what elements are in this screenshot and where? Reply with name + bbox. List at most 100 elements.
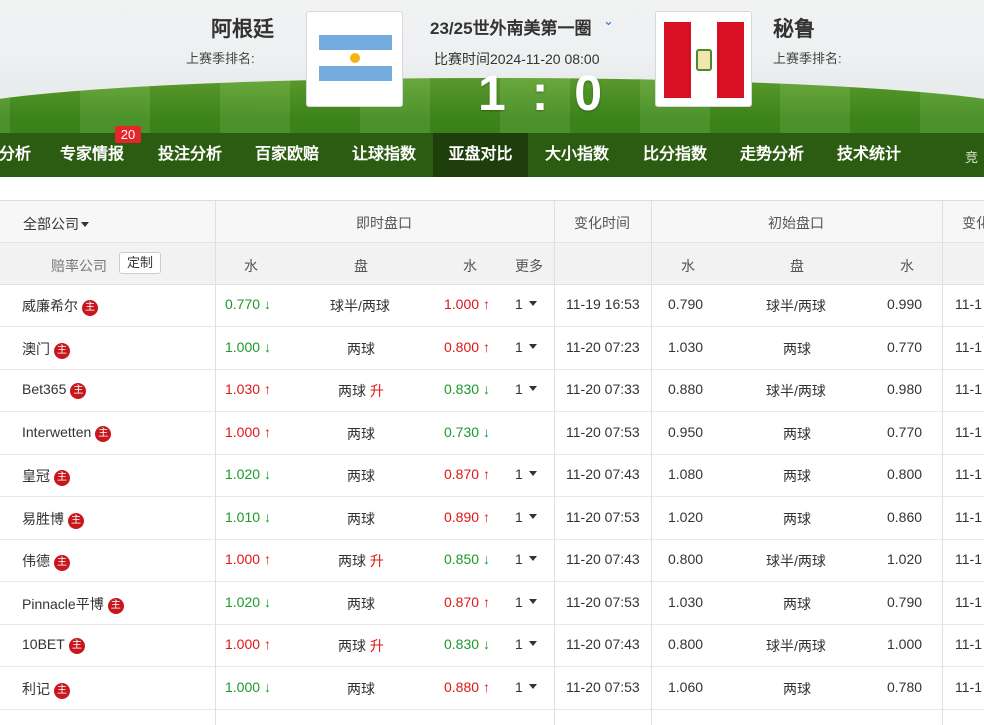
more-dropdown[interactable]: 1 xyxy=(515,679,537,695)
more-dropdown[interactable]: 1 xyxy=(515,381,537,397)
line-value: 两球 xyxy=(338,638,366,654)
live-water-away: 0.800 ↑ xyxy=(444,339,490,355)
nav-tab-4[interactable]: 让球指数 xyxy=(340,133,428,177)
nav-tab-9[interactable]: 技术统计 xyxy=(825,133,913,177)
more-dropdown[interactable]: 1 xyxy=(515,636,537,652)
live-line: 球半/两球 xyxy=(330,296,390,316)
table-row[interactable]: 伟德主 1.000 ↑ 两球 升 0.850 ↓ 1 11-20 07:43 0.800 球半… xyxy=(0,540,984,582)
table-row[interactable]: 威廉希尔主 0.770 ↓ 球半/两球 1.000 ↑ 1 11-19 16:53 0.79… xyxy=(0,285,984,327)
table-header-primary: 全部公司 即时盘口 变化时间 初始盘口 变化 xyxy=(0,201,984,243)
change-time-cut: 11-1 xyxy=(955,296,982,312)
company-name[interactable]: 威廉希尔主 xyxy=(22,296,98,316)
nav-tab-7[interactable]: 比分指数 xyxy=(631,133,719,177)
company-name[interactable]: Pinnacle平博主 xyxy=(22,594,124,614)
change-time-header: 变化时间 xyxy=(574,215,630,231)
company-label: 皇冠 xyxy=(22,468,50,484)
init-line: 两球 xyxy=(783,510,811,527)
company-name[interactable]: 伟德主 xyxy=(22,551,70,571)
line-value: 两球 xyxy=(347,425,375,442)
more-dropdown[interactable]: 1 xyxy=(515,466,537,482)
table-row[interactable]: 皇冠主 1.020 ↓ 两球 0.870 ↑ 1 11-20 07:43 1.080 两球 0.… xyxy=(0,455,984,497)
trend-arrow-icon: ↓ xyxy=(482,636,490,652)
init-water-away: 0.990 xyxy=(887,296,923,312)
customize-button[interactable]: 定制 xyxy=(119,252,161,274)
nav-extra-link[interactable]: 竞 xyxy=(965,147,978,166)
nav-tab-3[interactable]: 百家欧赔 xyxy=(243,133,331,177)
nav-tab-6[interactable]: 大小指数 xyxy=(533,133,621,177)
water-value: 1.010 xyxy=(225,508,261,525)
water-value: 1.000 xyxy=(225,423,261,440)
trend-arrow-icon: ↑ xyxy=(482,338,490,355)
live-water-away: 0.850 ↓ xyxy=(444,551,490,567)
nav-tab-2[interactable]: 投注分析 xyxy=(146,133,234,177)
more-dropdown[interactable]: 1 xyxy=(515,339,537,355)
init-water-home: 0.800 xyxy=(668,636,704,652)
caret-down-icon xyxy=(528,641,537,646)
away-team-flag[interactable] xyxy=(655,11,752,107)
more-dropdown[interactable]: 1 xyxy=(515,551,537,567)
init-line: 两球 xyxy=(783,680,811,697)
company-label: Pinnacle平博 xyxy=(22,595,104,612)
company-label: 10BET xyxy=(22,636,65,652)
company-label: 威廉希尔 xyxy=(22,298,78,314)
change-time-cut: 11-1 xyxy=(955,508,982,525)
live-line: 两球 xyxy=(347,679,375,699)
live-water-away: 0.890 ↑ xyxy=(444,509,490,525)
init-water-away: 0.860 xyxy=(887,508,923,525)
water-value: 0.870 xyxy=(444,466,480,482)
company-column-header: 赔率公司 xyxy=(51,258,107,274)
home-team-flag[interactable] xyxy=(306,11,403,107)
live-water-home: 1.000 ↑ xyxy=(225,424,271,440)
table-row[interactable]: 利记主 1.000 ↓ 两球 0.880 ↑ 1 11-20 07:53 1.060 两球 0.… xyxy=(0,667,984,710)
table-row[interactable]: 易胜博主 1.010 ↓ 两球 0.890 ↑ 1 11-20 07:53 1.020 两球 0… xyxy=(0,497,984,540)
change-time-cut: 11-1 xyxy=(955,381,982,397)
table-row[interactable]: 10BET 主 1.000 ↑ 两球 升 0.830 ↓ 1 11-20 07:43 0.80… xyxy=(0,625,984,667)
table-row[interactable]: Pinnacle平博主 1.020 ↓ 两球 0.870 ↑ 1 11-20 07:53 1… xyxy=(0,582,984,625)
more-dropdown[interactable]: 1 xyxy=(515,594,537,610)
table-row[interactable]: Interwetten 主 1.000 ↑ 两球 0.730 ↓ 11-20 07:53 0… xyxy=(0,412,984,455)
trend-arrow-icon: ↑ xyxy=(263,636,271,652)
water-value: 1.020 xyxy=(225,466,261,482)
more-dropdown[interactable]: 1 xyxy=(515,509,537,525)
company-label: 易胜博 xyxy=(22,510,64,527)
trend-arrow-icon: ↑ xyxy=(263,381,271,397)
divider xyxy=(554,201,555,725)
chevron-down-icon[interactable]: ⌄ xyxy=(603,13,614,29)
live-water-away: 0.880 ↑ xyxy=(444,679,490,695)
water-value: 0.850 xyxy=(444,551,480,567)
water-value: 0.880 xyxy=(444,678,480,695)
change-time-cut: 11-1 xyxy=(955,636,982,652)
away-team-name[interactable]: 秘鲁 xyxy=(773,13,815,43)
nav-tab-8[interactable]: 走势分析 xyxy=(728,133,816,177)
company-name[interactable]: 利记主 xyxy=(22,679,70,699)
trend-arrow-icon: ↑ xyxy=(482,593,490,610)
init-line: 两球 xyxy=(783,468,811,484)
company-name[interactable]: Bet365 主 xyxy=(22,381,87,399)
change-header-cut: 变化 xyxy=(962,215,984,231)
table-row[interactable]: 澳门主 1.000 ↓ 两球 0.800 ↑ 1 11-20 07:23 1.030 两球 0.… xyxy=(0,327,984,370)
home-team-name[interactable]: 阿根廷 xyxy=(211,13,274,43)
company-name[interactable]: 皇冠主 xyxy=(22,466,70,486)
nav-tab-5[interactable]: 亚盘对比 xyxy=(433,133,528,177)
company-name[interactable]: 澳门主 xyxy=(22,339,70,359)
init-water-away: 1.020 xyxy=(887,551,923,567)
trend-arrow-icon: ↓ xyxy=(263,593,271,610)
nav-tab-0[interactable]: 分析 xyxy=(0,133,33,177)
table-row[interactable]: Bet365 主 1.030 ↑ 两球 升 0.830 ↓ 1 11-20 07:33 0.8… xyxy=(0,370,984,412)
caret-down-icon xyxy=(81,222,89,227)
company-name[interactable]: Interwetten 主 xyxy=(22,424,112,442)
company-name[interactable]: 易胜博主 xyxy=(22,509,84,529)
water2-header: 水 xyxy=(463,258,477,274)
company-name[interactable]: 10BET 主 xyxy=(22,636,85,654)
league-selector[interactable]: 23/25世外南美第一圈 xyxy=(430,14,592,39)
water-value: 0.830 xyxy=(444,381,480,397)
change-time-cut: 11-1 xyxy=(955,338,982,355)
caret-down-icon xyxy=(528,343,537,349)
match-header: 阿根廷 上赛季排名: 23/25世外南美第一圈 ⌄ 比赛时间2024-11-20… xyxy=(0,0,984,133)
trend-arrow-icon: ↓ xyxy=(263,338,271,355)
more-dropdown[interactable]: 1 xyxy=(515,296,537,312)
init-water-home: 1.080 xyxy=(668,466,704,482)
company-filter-dropdown[interactable]: 全部公司 xyxy=(23,214,89,234)
live-water-home: 1.020 ↓ xyxy=(225,466,271,482)
water1-header: 水 xyxy=(244,258,258,274)
